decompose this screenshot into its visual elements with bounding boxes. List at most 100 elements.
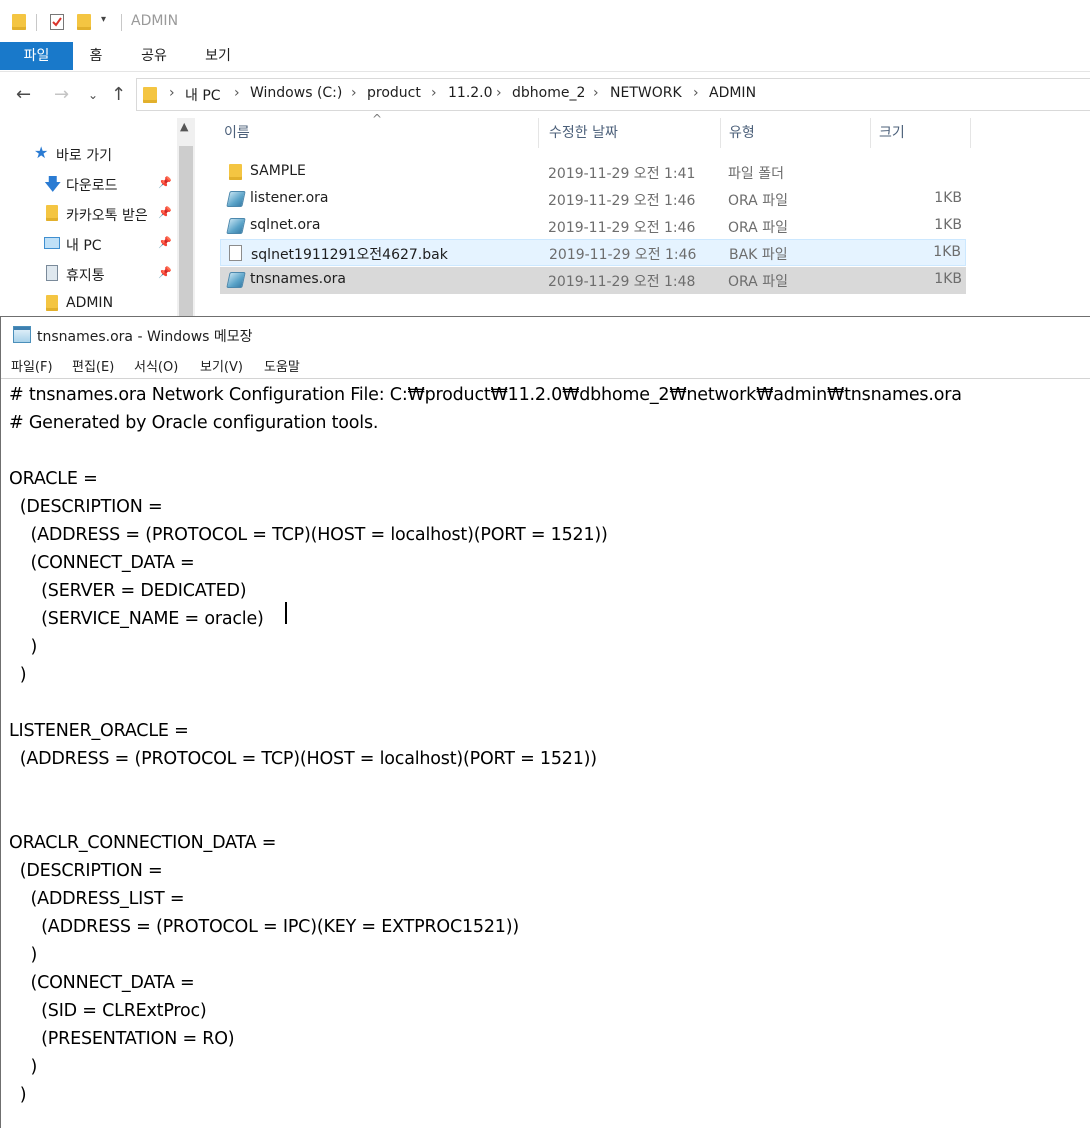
text-line: (ADDRESS = (PROTOCOL = TCP)(HOST = local… <box>9 525 608 545</box>
text-line: (DESCRIPTION = <box>9 861 163 881</box>
scrollbar-thumb[interactable] <box>179 146 193 318</box>
ribbon-tabs: 파일 홈 공유 보기 <box>0 42 1090 72</box>
text-line: ) <box>9 637 38 657</box>
text-line: # tnsnames.ora Network Configuration Fil… <box>9 385 962 405</box>
folder-icon <box>12 14 26 30</box>
chevron-right-icon[interactable]: › <box>496 85 502 101</box>
text-line: (ADDRESS_LIST = <box>9 889 185 909</box>
forward-arrow-icon[interactable]: → <box>54 84 69 105</box>
nav-item-kakaotalk[interactable]: 카카오톡 받은 <box>44 202 174 226</box>
text-line: ORACLE = <box>9 469 98 489</box>
address-bar[interactable]: › 내 PC › Windows (C:) › product › 11.2.0… <box>136 78 1090 111</box>
file-row-sqlnet-ora[interactable]: sqlnet.ora 2019-11-29 오전 1:46 ORA 파일 1KB <box>220 213 966 240</box>
chevron-right-icon[interactable]: › <box>351 85 357 101</box>
column-divider[interactable] <box>538 118 539 148</box>
folder-icon <box>229 164 242 180</box>
tab-file[interactable]: 파일 <box>0 42 73 70</box>
notepad-text-area[interactable]: # tnsnames.ora Network Configuration Fil… <box>1 378 1090 1128</box>
window-title: ADMIN <box>131 13 179 29</box>
notepad-titlebar[interactable]: tnsnames.ora - Windows 메모장 <box>1 317 1090 351</box>
text-line: (DESCRIPTION = <box>9 497 163 517</box>
text-line: ) <box>9 945 38 965</box>
tab-home[interactable]: 홈 <box>80 42 112 70</box>
file-row-tnsnames-ora[interactable]: tnsnames.ora 2019-11-29 오전 1:48 ORA 파일 1… <box>220 267 966 294</box>
notepad-menubar: 파일(F) 편집(E) 서식(O) 보기(V) 도움말 <box>1 352 1090 378</box>
column-divider[interactable] <box>970 118 971 148</box>
download-icon: 🡇 <box>44 175 62 195</box>
back-arrow-icon[interactable]: ← <box>16 84 31 105</box>
menu-help[interactable]: 도움말 <box>264 356 300 375</box>
column-divider[interactable] <box>870 118 871 148</box>
computer-icon <box>44 237 60 249</box>
recycle-bin-icon <box>46 265 58 281</box>
text-line: ) <box>9 1085 27 1105</box>
column-header-size[interactable]: 크기 <box>879 122 905 142</box>
text-line: LISTENER_ORACLE = <box>9 721 189 741</box>
menu-view[interactable]: 보기(V) <box>200 356 243 375</box>
folder-icon <box>143 87 157 103</box>
tab-share[interactable]: 공유 <box>132 42 176 70</box>
text-line: (CONNECT_DATA = <box>9 973 195 993</box>
file-list: ^ 이름 수정한 날짜 유형 크기 SAMPLE 2019-11-29 오전 1… <box>196 112 1090 318</box>
tab-view[interactable]: 보기 <box>196 42 240 70</box>
breadcrumb-dbhome-2[interactable]: dbhome_2 <box>512 85 585 101</box>
scroll-up-icon[interactable]: ▲ <box>180 120 188 133</box>
notepad-title: tnsnames.ora - Windows 메모장 <box>37 329 253 345</box>
pin-icon[interactable]: 📌 <box>158 176 172 189</box>
text-line: (SID = CLRExtProc) <box>9 1001 207 1021</box>
new-folder-icon[interactable] <box>77 14 91 30</box>
nav-pane-scrollbar[interactable]: ▲ <box>177 118 195 318</box>
text-line: ) <box>9 1057 38 1077</box>
chevron-right-icon[interactable]: › <box>431 85 437 101</box>
pin-icon[interactable]: 📌 <box>158 206 172 219</box>
breadcrumb-11-2-0[interactable]: 11.2.0 <box>448 85 493 101</box>
column-divider[interactable] <box>720 118 721 148</box>
text-line: (SERVICE_NAME = oracle) <box>9 609 264 629</box>
menu-edit[interactable]: 편집(E) <box>72 356 114 375</box>
pin-icon[interactable]: 📌 <box>158 266 172 279</box>
menu-format[interactable]: 서식(O) <box>134 356 178 375</box>
notepad-icon <box>13 326 31 343</box>
chevron-right-icon[interactable]: › <box>234 85 240 101</box>
up-arrow-icon[interactable]: ↑ <box>111 84 126 105</box>
text-line: (SERVER = DEDICATED) <box>9 581 247 601</box>
star-icon: ★ <box>34 143 49 162</box>
text-line: (ADDRESS = (PROTOCOL = TCP)(HOST = local… <box>9 749 597 769</box>
text-caret <box>285 602 287 624</box>
file-row-sample[interactable]: SAMPLE 2019-11-29 오전 1:41 파일 폴더 <box>220 159 966 186</box>
recent-locations-chevron-icon[interactable]: ⌄ <box>88 88 98 102</box>
text-line: (PRESENTATION = RO) <box>9 1029 235 1049</box>
file-explorer-window: ▾ ADMIN 파일 홈 공유 보기 ← → ⌄ ↑ › 내 PC › Wind… <box>0 0 1090 318</box>
notepad-window: tnsnames.ora - Windows 메모장 파일(F) 편집(E) 서… <box>0 316 1090 1128</box>
customize-toolbar-chevron-icon[interactable]: ▾ <box>101 14 106 25</box>
folder-icon <box>46 295 58 311</box>
file-row-listener-ora[interactable]: listener.ora 2019-11-29 오전 1:46 ORA 파일 1… <box>220 186 966 213</box>
menu-file[interactable]: 파일(F) <box>11 356 53 375</box>
file-row-sqlnet-bak[interactable]: sqlnet1911291오전4627.bak 2019-11-29 오전 1:… <box>220 239 966 266</box>
chevron-right-icon[interactable]: › <box>593 85 599 101</box>
bak-file-icon <box>229 245 242 261</box>
text-line: (CONNECT_DATA = <box>9 553 195 573</box>
ora-file-icon <box>226 272 246 288</box>
ora-file-icon <box>226 218 246 234</box>
text-line: ) <box>9 665 27 685</box>
navigation-pane: ★ 바로 가기 🡇 다운로드 카카오톡 받은 내 PC 휴지통 ADMIN 📌 … <box>0 118 196 318</box>
sort-ascending-icon: ^ <box>372 112 383 126</box>
breadcrumb-admin[interactable]: ADMIN <box>709 85 756 101</box>
properties-icon[interactable] <box>50 14 64 30</box>
column-header-name[interactable]: 이름 <box>224 122 250 142</box>
column-header-type[interactable]: 유형 <box>729 122 755 142</box>
chevron-right-icon[interactable]: › <box>169 85 175 101</box>
ora-file-icon <box>226 191 246 207</box>
folder-icon <box>46 205 58 221</box>
breadcrumb-product[interactable]: product <box>367 85 421 101</box>
chevron-right-icon[interactable]: › <box>693 85 699 101</box>
breadcrumb-network[interactable]: NETWORK <box>610 85 682 101</box>
breadcrumb-windows-c[interactable]: Windows (C:) <box>250 85 342 101</box>
toolbar-divider <box>36 14 37 31</box>
pin-icon[interactable]: 📌 <box>158 236 172 249</box>
breadcrumb-my-pc[interactable]: 내 PC <box>185 85 221 105</box>
toolbar-divider <box>121 14 122 31</box>
text-line: (ADDRESS = (PROTOCOL = IPC)(KEY = EXTPRO… <box>9 917 519 937</box>
column-header-date[interactable]: 수정한 날짜 <box>549 122 618 142</box>
